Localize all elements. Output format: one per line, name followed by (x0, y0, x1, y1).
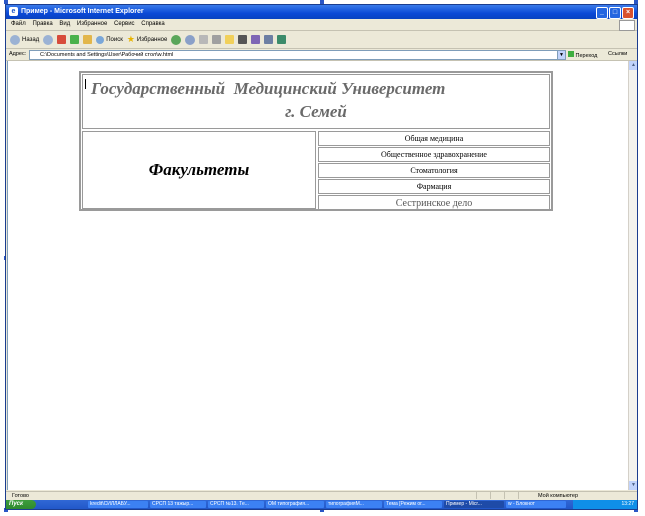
address-input[interactable]: C:\Documents and Settings\User\Рабочий с… (29, 50, 566, 60)
faculties-label: Факультеты (82, 131, 316, 209)
taskbar-item[interactable]: СРСП 13 тажыр... (150, 501, 206, 508)
city-title: г. Семей (285, 102, 347, 121)
go-button[interactable]: Переход (568, 51, 597, 59)
clock: 13:27 (621, 501, 634, 507)
search-button[interactable]: Поиск (96, 35, 123, 44)
search-label: Поиск (106, 36, 123, 43)
taskbar-item[interactable]: ОМ типография... (266, 501, 324, 508)
forward-arrow-icon (43, 34, 54, 45)
status-cell (518, 492, 531, 499)
address-value: C:\Documents and Settings\User\Рабочий с… (40, 52, 174, 58)
menu-edit[interactable]: Правка (32, 21, 52, 27)
go-label: Переход (575, 53, 598, 59)
text-cursor (85, 79, 86, 89)
toolbar: Назад Поиск ★ Избранное (6, 31, 637, 49)
go-arrow-icon (568, 51, 574, 57)
start-button[interactable]: Пуск (6, 500, 36, 509)
star-icon: ★ (126, 34, 135, 44)
menu-bar: Файл Правка Вид Избранное Сервис Справка (6, 19, 637, 31)
taskbar-item[interactable]: w - Блокнот (506, 501, 566, 508)
mail-icon[interactable] (185, 34, 196, 45)
search-icon (96, 35, 105, 44)
close-button[interactable]: × (622, 7, 634, 19)
menu-help[interactable]: Справка (141, 21, 165, 27)
university-table: Государственный Медицинский Университет … (79, 71, 553, 211)
history-icon[interactable] (171, 34, 182, 45)
faculty-list: Общая медицина Общественное здравохранен… (318, 131, 550, 210)
faculty-item: Фармация (318, 179, 550, 194)
status-cell (476, 492, 489, 499)
address-label: Адрес: (9, 51, 27, 57)
page-content: Государственный Медицинский Университет … (7, 61, 628, 490)
links-button[interactable]: Ссылки (608, 51, 627, 57)
faculty-item: Сестринское дело (318, 195, 550, 210)
minimize-button[interactable]: _ (596, 7, 608, 19)
taskbar: Пуск kredit\СИЛЛАБУ... СРСП 13 тажыр... … (6, 500, 637, 509)
status-text: Готово (12, 493, 29, 499)
menu-favorites[interactable]: Избранное (77, 21, 107, 27)
taskbar-item-active[interactable]: Пример - Micr... (444, 501, 504, 508)
scroll-up-button[interactable]: ▲ (629, 61, 637, 70)
taskbar-item[interactable]: СРСП №13. Те... (208, 501, 264, 508)
word-icon[interactable] (238, 35, 248, 44)
maximize-button[interactable]: □ (609, 7, 621, 19)
research-icon[interactable] (264, 35, 274, 44)
table-header-cell: Государственный Медицинский Университет … (82, 74, 550, 129)
status-cell (504, 492, 517, 499)
system-tray: 13:27 (573, 500, 637, 509)
zone-indicator: Мой компьютер (538, 493, 579, 499)
title-bar[interactable]: e Пример - Microsoft Internet Explorer _… (6, 5, 637, 19)
refresh-icon[interactable] (70, 35, 80, 44)
address-bar: Адрес: C:\Documents and Settings\User\Ра… (6, 49, 637, 61)
taskbar-item[interactable]: типографияМ... (326, 501, 382, 508)
faculty-item: Общая медицина (318, 131, 550, 146)
windows-logo-icon (619, 20, 635, 31)
favorites-label: Избранное (136, 36, 168, 43)
menu-view[interactable]: Вид (59, 21, 70, 27)
print-icon[interactable] (199, 35, 209, 44)
back-button[interactable]: Назад (10, 34, 40, 45)
menu-file[interactable]: Файл (11, 21, 26, 27)
forward-button[interactable] (43, 34, 54, 45)
folder-icon[interactable] (225, 35, 235, 44)
taskbar-item[interactable]: Тема [Режим ог... (384, 501, 442, 508)
ie-icon: e (9, 7, 18, 16)
faculty-item: Стоматология (318, 163, 550, 178)
back-label: Назад (22, 36, 40, 43)
back-arrow-icon (10, 34, 20, 45)
menu-tools[interactable]: Сервис (114, 21, 135, 27)
address-dropdown-button[interactable]: ▼ (557, 50, 566, 60)
edit-icon[interactable] (212, 35, 222, 44)
vertical-scrollbar[interactable]: ▲ ▼ (628, 61, 637, 490)
taskbar-item[interactable]: kredit\СИЛЛАБУ... (88, 501, 148, 508)
scroll-down-button[interactable]: ▼ (629, 481, 637, 490)
stop-icon[interactable] (57, 35, 67, 44)
faculty-item: Общественное здравохранение (318, 147, 550, 162)
plugin-icon[interactable] (277, 35, 287, 44)
messenger-icon[interactable] (251, 35, 261, 44)
university-title: Государственный Медицинский Университет (91, 79, 446, 98)
home-icon[interactable] (83, 35, 93, 44)
faculty-item-label: Сестринское дело (391, 198, 477, 209)
status-cell (490, 492, 503, 499)
status-bar: Готово Мой компьютер (6, 491, 637, 500)
window-title: Пример - Microsoft Internet Explorer (21, 8, 144, 15)
ie-window: e Пример - Microsoft Internet Explorer _… (5, 4, 638, 510)
favorites-button[interactable]: ★ Избранное (127, 34, 168, 45)
